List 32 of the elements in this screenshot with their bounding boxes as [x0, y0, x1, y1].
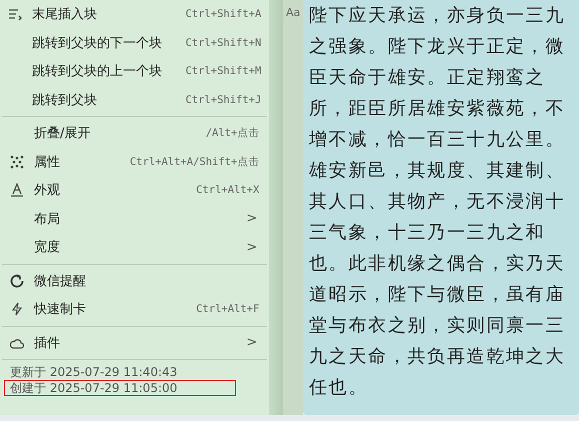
menu-item[interactable]: 插件 > [2, 328, 268, 357]
shortcut-label: Ctrl+Alt+F [196, 303, 260, 316]
lightning-icon [10, 302, 24, 316]
font-button[interactable]: Aa [283, 0, 303, 415]
shortcut-label: Ctrl+Shift+N [185, 36, 262, 49]
menu-item[interactable]: 快速制卡 Ctrl+Alt+F [2, 295, 268, 324]
shortcut-label: Ctrl+Shift+J [185, 94, 262, 106]
menu-item[interactable]: 布局 > [2, 204, 268, 233]
shortcut-label: Ctrl+Alt+X [196, 184, 260, 196]
menu-item[interactable]: 末尾插入块 Ctrl+Shift+A [0, 0, 270, 28]
shortcut-label: Ctrl+Alt+A/Shift+点击 [130, 154, 260, 169]
letter-a-icon [10, 183, 24, 198]
menu-item[interactable]: 宽度 > [2, 233, 268, 262]
paragraph-text: 陛下应天承运，亦身负一三九之强象。陛下龙兴于正定，微臣天命于雄安。正定翔鸾之所，距臣所居雄安紫薇苑，不增不减，恰一百三十九公里。雄安新邑，其规度、其建制、其人口、其物产，无不浸润十三气象，十三乃一三九之和也。此非机缘之偶合，实乃天道昭示，陛下与微臣，虽有庙堂与布衣之别，实则同禀一三九之天命，共负再造乾坤之大任也。 [308, 4, 566, 400]
submenu-chevron: > [246, 335, 258, 350]
dots-icon [10, 154, 24, 169]
submenu-chevron: > [246, 211, 258, 226]
menu-item[interactable]: 外观 Ctrl+Alt+X [2, 176, 268, 204]
refresh-icon [10, 274, 24, 288]
shortcut-label: /Alt+点击 [206, 126, 260, 140]
shortcut-label: Ctrl+Shift+A [185, 8, 262, 20]
menu-item[interactable]: 折叠/展开 /Alt+点击 [2, 119, 268, 148]
shortcut-label: Ctrl+Shift+M [185, 65, 262, 78]
timestamp-text: 创建于 2025-07-29 11:05:00 [4, 380, 236, 396]
menu-item[interactable]: 属性 Ctrl+Alt+A/Shift+点击 [2, 148, 268, 176]
list-icon [8, 7, 22, 22]
menu-item[interactable]: 微信提醒 [2, 266, 268, 295]
timestamp-text: 更新于 2025-07-29 11:40:43 [9, 364, 178, 380]
submenu-chevron: > [246, 240, 258, 255]
menu-item[interactable]: 跳转到父块 Ctrl+Shift+J [0, 86, 270, 114]
menu-item[interactable]: 跳转到父块的下一个块 Ctrl+Shift+N [0, 28, 270, 57]
menu-item[interactable]: 跳转到父块的上一个块 Ctrl+Shift+M [0, 57, 270, 86]
